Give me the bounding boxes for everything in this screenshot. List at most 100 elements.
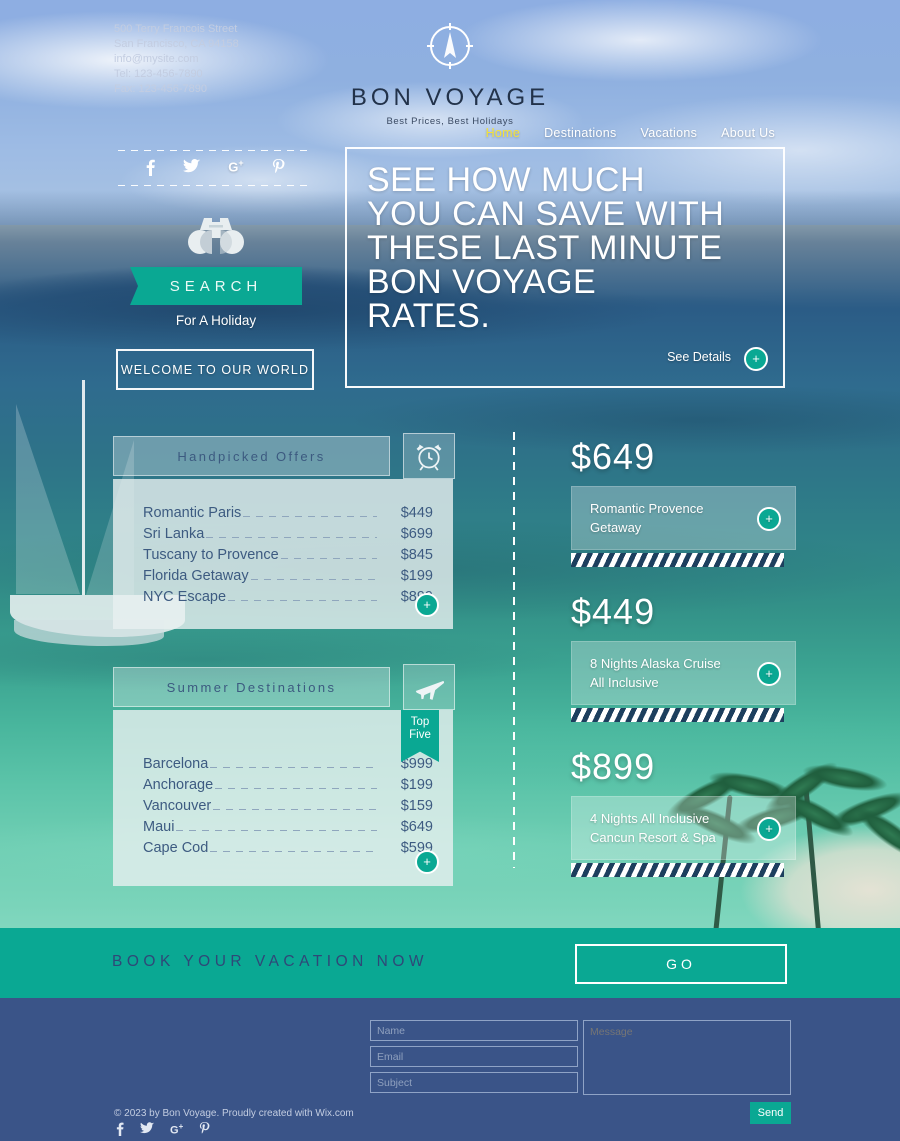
- name-input[interactable]: [370, 1020, 578, 1041]
- offer-name: Tuscany to Provence: [143, 547, 279, 563]
- offer-name: Florida Getaway: [143, 568, 249, 584]
- subject-input[interactable]: [370, 1072, 578, 1093]
- price-card-body[interactable]: 8 Nights Alaska Cruise All Inclusive +: [571, 641, 796, 705]
- price-amount: $649: [571, 436, 656, 477]
- travel-landing-page: BON VOYAGE Best Prices, Best Holidays Ho…: [0, 0, 900, 1141]
- compass-icon: [422, 18, 478, 74]
- facebook-icon[interactable]: [146, 159, 156, 179]
- leader-line: [215, 788, 377, 789]
- hero-line-1: SEE HOW MUCH: [367, 161, 645, 199]
- send-button[interactable]: Send: [750, 1102, 791, 1124]
- alarm-clock-icon: [403, 433, 455, 479]
- pinterest-icon[interactable]: [199, 1122, 210, 1139]
- footer-social-bar: G+: [116, 1122, 210, 1139]
- google-plus-icon[interactable]: G+: [170, 1122, 183, 1139]
- search-subtitle: For A Holiday: [175, 313, 257, 328]
- see-details-link[interactable]: See Details: [667, 350, 731, 364]
- welcome-button-label: WELCOME TO OUR WORLD: [120, 362, 310, 377]
- go-button[interactable]: GO: [575, 944, 787, 984]
- nav-item-about-us[interactable]: About Us: [721, 126, 775, 140]
- price-card-line-1: 4 Nights All Inclusive: [590, 811, 710, 826]
- message-textarea[interactable]: [583, 1020, 791, 1095]
- price-card: $899 4 Nights All Inclusive Cancun Resor…: [571, 746, 796, 877]
- list-item[interactable]: Florida Getaway $199: [143, 568, 433, 584]
- twitter-icon[interactable]: [183, 159, 201, 179]
- price-card-plus-button[interactable]: +: [757, 817, 781, 841]
- price-card-plus-button[interactable]: +: [757, 507, 781, 531]
- summer-destinations-panel: Summer Destinations Top Five Barcelona $…: [113, 664, 455, 886]
- price-card-line-2: Getaway: [590, 520, 642, 535]
- offers-panel-header: Handpicked Offers: [113, 433, 455, 479]
- footer-tel: Tel: 123-456-7890: [114, 68, 203, 80]
- offer-price: $199: [400, 568, 433, 584]
- leader-line: [250, 579, 377, 580]
- offers-plus-button[interactable]: +: [415, 593, 439, 617]
- offer-price: $449: [400, 505, 433, 521]
- list-item[interactable]: Anchorage $199: [143, 777, 433, 793]
- column-divider: [513, 432, 515, 868]
- destinations-panel-title: Summer Destinations: [166, 679, 337, 695]
- destination-price: $159: [400, 798, 433, 814]
- destination-name: Barcelona: [143, 756, 209, 772]
- destination-name: Maui: [143, 819, 175, 835]
- contact-form: Send: [370, 1020, 791, 1124]
- list-item[interactable]: Cape Cod $599: [143, 840, 433, 856]
- price-card-plus-button[interactable]: +: [757, 662, 781, 686]
- handpicked-offers-panel: Handpicked Offers Romantic Paris $449 Sr…: [113, 433, 455, 629]
- leader-line: [210, 851, 377, 852]
- email-input[interactable]: [370, 1046, 578, 1067]
- hero-headline: SEE HOW MUCH YOU CAN SAVE WITH THESE LAS…: [367, 163, 773, 333]
- leader-line: [176, 830, 377, 831]
- leader-line: [228, 600, 377, 601]
- list-item[interactable]: Vancouver $159: [143, 798, 433, 814]
- booking-heading: BOOK YOUR VACATION NOW: [112, 953, 429, 970]
- hero-banner: SEE HOW MUCH YOU CAN SAVE WITH THESE LAS…: [345, 147, 785, 388]
- go-button-label: GO: [666, 956, 696, 972]
- main-navigation[interactable]: Home Destinations Vacations About Us: [486, 126, 775, 140]
- destinations-plus-button[interactable]: +: [415, 850, 439, 874]
- destination-name: Anchorage: [143, 777, 214, 793]
- hero-plus-button[interactable]: +: [744, 347, 768, 371]
- list-item[interactable]: Maui $649: [143, 819, 433, 835]
- badge-line-2: Five: [409, 729, 431, 741]
- list-item[interactable]: Tuscany to Provence $845: [143, 547, 433, 563]
- striped-accent-bar: [571, 863, 784, 877]
- price-card: $449 8 Nights Alaska Cruise All Inclusiv…: [571, 591, 796, 722]
- list-item[interactable]: Barcelona $999: [143, 756, 433, 772]
- nav-item-home[interactable]: Home: [486, 126, 521, 140]
- leader-line: [280, 558, 377, 559]
- price-card-body[interactable]: Romantic Provence Getaway +: [571, 486, 796, 550]
- list-item[interactable]: Romantic Paris $449: [143, 505, 433, 521]
- footer-email[interactable]: info@mysite.com: [114, 52, 239, 67]
- nav-item-vacations[interactable]: Vacations: [641, 126, 698, 140]
- price-amount: $449: [571, 591, 656, 632]
- hero-line-5: RATES.: [367, 297, 491, 335]
- offers-list: Romantic Paris $449 Sri Lanka $699 Tusca…: [113, 479, 453, 629]
- price-card-line-1: Romantic Provence: [590, 501, 704, 516]
- binoculars-icon: [186, 214, 246, 256]
- search-button[interactable]: SEARCH: [130, 267, 302, 305]
- google-plus-icon[interactable]: G+: [228, 159, 243, 179]
- pinterest-icon[interactable]: [272, 159, 285, 179]
- striped-accent-bar: [571, 553, 784, 567]
- nav-item-destinations[interactable]: Destinations: [544, 126, 616, 140]
- destination-price: $649: [400, 819, 433, 835]
- leader-line: [206, 537, 377, 538]
- social-divider-top: [118, 150, 313, 151]
- price-card-line-2: All Inclusive: [590, 675, 659, 690]
- price-card-body[interactable]: 4 Nights All Inclusive Cancun Resort & S…: [571, 796, 796, 860]
- destinations-list: Top Five Barcelona $999 Anchorage $199 V…: [113, 710, 453, 886]
- welcome-button[interactable]: WELCOME TO OUR WORLD: [116, 349, 314, 390]
- destinations-panel-header: Summer Destinations: [113, 664, 455, 710]
- list-item[interactable]: Sri Lanka $699: [143, 526, 433, 542]
- price-amount: $899: [571, 746, 656, 787]
- search-label: SEARCH: [169, 277, 263, 295]
- leader-line: [243, 516, 377, 517]
- airplane-icon: [403, 664, 455, 710]
- facebook-icon[interactable]: [116, 1122, 124, 1139]
- list-item[interactable]: NYC Escape $899: [143, 589, 433, 605]
- twitter-icon[interactable]: [140, 1122, 154, 1139]
- badge-line-1: Top: [410, 716, 430, 728]
- hero-line-2: YOU CAN SAVE WITH: [367, 195, 725, 233]
- striped-accent-bar: [571, 708, 784, 722]
